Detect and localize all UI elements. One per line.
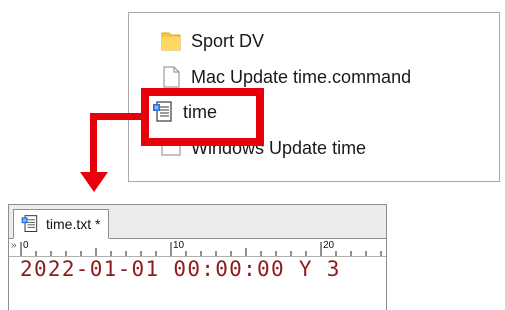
arrow-horizontal-segment [90,113,145,120]
arrow-vertical-segment [90,113,97,175]
text-editor-window: time.txt * » 0 10 20 2022-01-01 00:00:00… [8,204,387,310]
ruler-mark-0: 0 [23,240,29,251]
column-ruler: » 0 10 20 [9,241,386,257]
ruler-mark-10: 10 [173,240,185,251]
arrow-down-icon [80,172,108,192]
blank-document-icon [159,65,183,89]
ruler-mark-20: 20 [323,240,335,251]
tab-label: time.txt * [46,216,101,232]
file-item-sport-dv[interactable]: Sport DV [159,27,264,55]
folder-icon [159,29,183,53]
text-document-icon [20,214,40,234]
tab-time-txt[interactable]: time.txt * [13,209,110,239]
highlight-frame [141,88,264,146]
file-item-label: Mac Update time.command [191,66,412,87]
file-item-mac-update-time-command[interactable]: Mac Update time.command [159,63,411,91]
file-item-label: Sport DV [191,30,265,51]
editor-tab-strip: time.txt * [9,205,386,239]
editor-content-line[interactable]: 2022-01-01 00:00:00 Y 3 [20,257,341,281]
